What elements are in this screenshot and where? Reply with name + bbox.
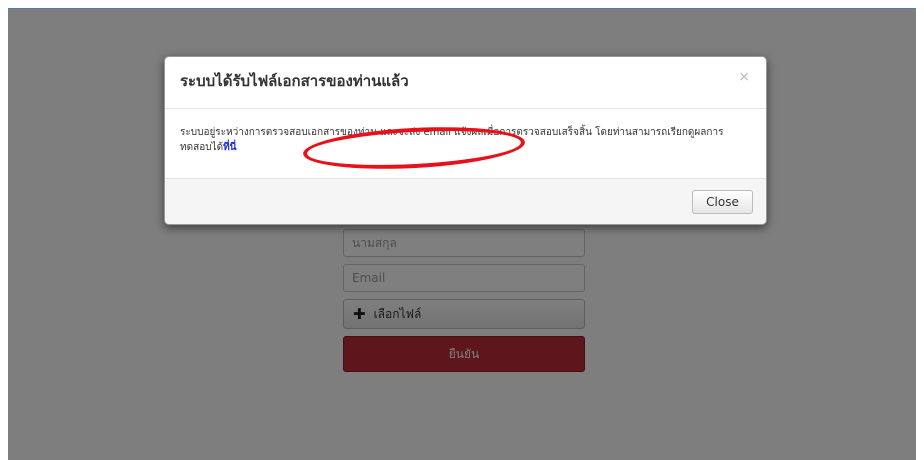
modal-footer: Close <box>165 178 766 224</box>
results-link[interactable]: ที่นี่ <box>223 142 236 153</box>
upload-confirmation-modal: ระบบได้รับไฟล์เอกสารของท่านแล้ว × ระบบอย… <box>164 56 767 225</box>
modal-message: ระบบอยู่ระหว่างการตรวจสอบเอกสารของท่าน แ… <box>180 127 724 153</box>
close-button-label: Close <box>706 195 739 209</box>
close-button[interactable]: Close <box>692 190 753 214</box>
modal-title: ระบบได้รับไฟล์เอกสารของท่านแล้ว <box>180 72 409 90</box>
modal-header: ระบบได้รับไฟล์เอกสารของท่านแล้ว × <box>165 57 766 109</box>
close-icon[interactable]: × <box>738 69 750 85</box>
modal-body: ระบบอยู่ระหว่างการตรวจสอบเอกสารของท่าน แ… <box>165 109 766 178</box>
page-viewport: นามสกุล Email ✚ เลือกไฟล์ ยืนยัน ระบบได้… <box>8 8 916 460</box>
